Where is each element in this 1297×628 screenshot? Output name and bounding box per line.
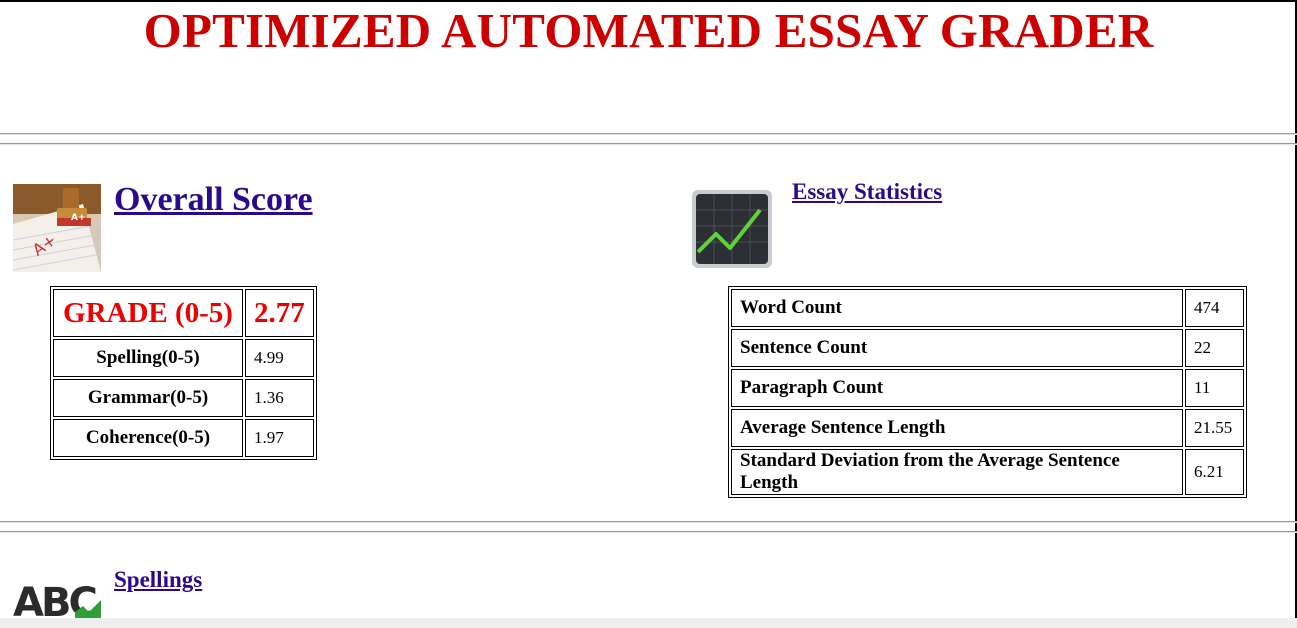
grade-stamp-icon: A+ A+: [12, 184, 102, 272]
avg-sentence-length-label: Average Sentence Length: [731, 409, 1183, 447]
grade-row: GRADE (0-5) 2.77: [53, 289, 314, 337]
word-count-value: 474: [1185, 289, 1244, 327]
avg-sentence-length-value: 21.55: [1185, 409, 1244, 447]
coherence-value: 1.97: [245, 419, 314, 457]
grade-label: GRADE (0-5): [53, 289, 243, 337]
grade-value: 2.77: [245, 289, 314, 337]
table-row: Grammar(0-5) 1.36: [53, 379, 314, 417]
monitor-chart-icon: [690, 184, 778, 272]
divider: [0, 133, 1297, 135]
divider: [0, 521, 1297, 523]
table-row: Word Count 474: [731, 289, 1244, 327]
word-count-label: Word Count: [731, 289, 1183, 327]
table-row: Sentence Count 22: [731, 329, 1244, 367]
table-row: Coherence(0-5) 1.97: [53, 419, 314, 457]
std-dev-label: Standard Deviation from the Average Sent…: [731, 449, 1183, 495]
table-row: Spelling(0-5) 4.99: [53, 339, 314, 377]
abc-check-icon: ABC: [13, 576, 101, 618]
divider: [0, 143, 1297, 145]
essay-statistics-link[interactable]: Essay Statistics: [792, 178, 942, 206]
std-dev-value: 6.21: [1185, 449, 1244, 495]
horizontal-scrollbar[interactable]: [0, 618, 1297, 628]
spelling-label: Spelling(0-5): [53, 339, 243, 377]
table-row: Standard Deviation from the Average Sent…: [731, 449, 1244, 495]
coherence-label: Coherence(0-5): [53, 419, 243, 457]
paragraph-count-label: Paragraph Count: [731, 369, 1183, 407]
page-title: OPTIMIZED AUTOMATED ESSAY GRADER: [143, 3, 1154, 58]
statistics-table: Word Count 474 Sentence Count 22 Paragra…: [728, 286, 1247, 498]
sentence-count-value: 22: [1185, 329, 1244, 367]
score-table: GRADE (0-5) 2.77 Spelling(0-5) 4.99 Gram…: [50, 286, 317, 460]
table-row: Average Sentence Length 21.55: [731, 409, 1244, 447]
sentence-count-label: Sentence Count: [731, 329, 1183, 367]
grammar-label: Grammar(0-5): [53, 379, 243, 417]
spellings-link[interactable]: Spellings: [114, 566, 202, 594]
spelling-value: 4.99: [245, 339, 314, 377]
divider: [0, 531, 1297, 533]
overall-score-link[interactable]: Overall Score: [114, 178, 313, 222]
table-row: Paragraph Count 11: [731, 369, 1244, 407]
paragraph-count-value: 11: [1185, 369, 1244, 407]
svg-text:A+: A+: [71, 213, 86, 223]
window-top-border: [0, 0, 1297, 2]
grammar-value: 1.36: [245, 379, 314, 417]
